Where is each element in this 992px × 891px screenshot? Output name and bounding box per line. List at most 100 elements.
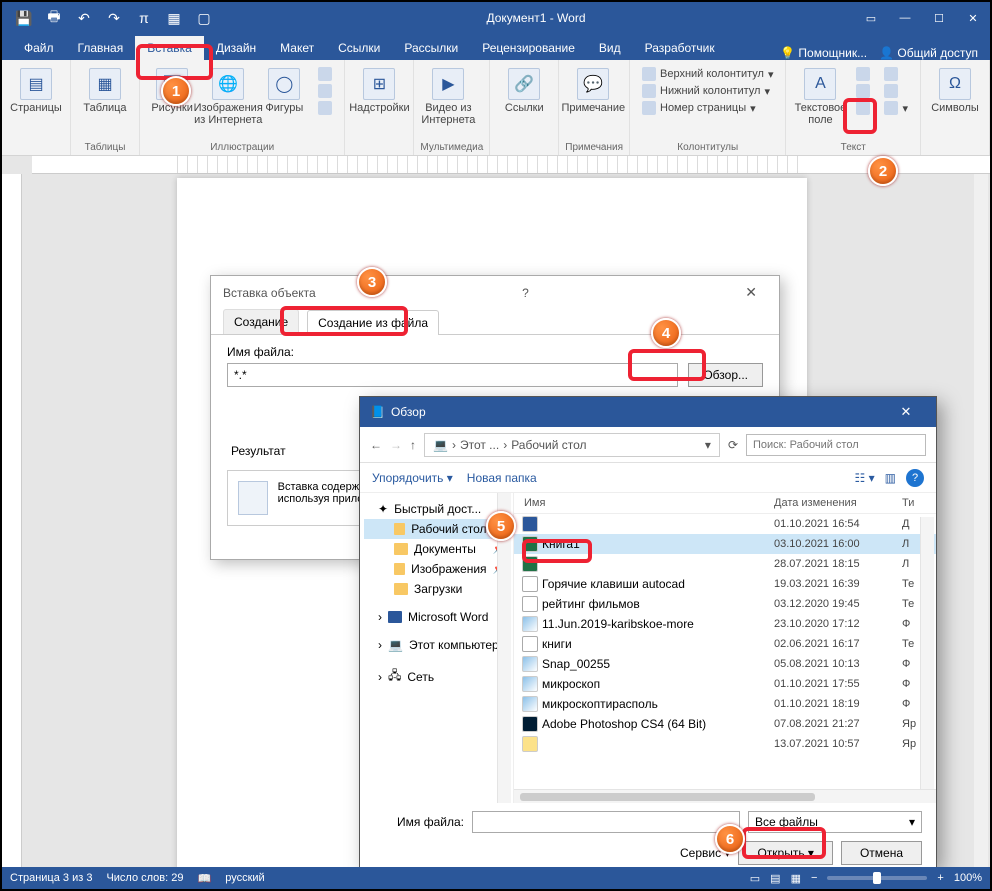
up-icon[interactable]: ↑ — [410, 438, 416, 452]
save-icon[interactable]: 💾 — [10, 4, 38, 32]
file-row[interactable]: Книга103.10.2021 16:00Л — [514, 534, 936, 554]
wordart-button[interactable] — [852, 83, 874, 99]
print-icon[interactable]: 🖶 — [40, 4, 68, 32]
header-button[interactable]: Верхний колонтитул▾ — [638, 66, 777, 82]
tab-file[interactable]: Файл — [12, 36, 66, 60]
screenshot-button[interactable] — [314, 100, 336, 116]
close-icon[interactable]: ✕ — [886, 404, 926, 420]
help-icon[interactable]: ? — [522, 286, 529, 300]
file-row[interactable]: рейтинг фильмов03.12.2020 19:45Те — [514, 594, 936, 614]
organize-button[interactable]: Упорядочить ▾ — [372, 471, 453, 485]
this-pc-item[interactable]: ›💻Этот компьютер — [364, 635, 509, 655]
file-row[interactable]: 13.07.2021 10:57Яр — [514, 734, 936, 754]
file-row[interactable]: 01.10.2021 16:54Д — [514, 514, 936, 534]
pictures-button[interactable]: 🖼Рисунки — [146, 64, 198, 114]
tab-create-new[interactable]: Создание — [223, 309, 299, 334]
forward-icon[interactable]: → — [390, 438, 402, 452]
file-row[interactable]: Snap_0025505.08.2021 10:13Ф — [514, 654, 936, 674]
online-pictures-button[interactable]: 🌐Изображения из Интернета — [200, 64, 256, 126]
cancel-button[interactable]: Отмена — [841, 841, 922, 865]
tab-mailings[interactable]: Рассылки — [392, 36, 470, 60]
read-mode-icon[interactable]: ▭ — [750, 872, 760, 885]
shapes-button[interactable]: ◯Фигуры — [258, 64, 310, 114]
screenshot-icon[interactable]: ▢ — [190, 4, 218, 32]
zoom-in-icon[interactable]: + — [937, 872, 943, 884]
tab-view[interactable]: Вид — [587, 36, 633, 60]
page-number-button[interactable]: Номер страницы▾ — [638, 100, 777, 116]
tab-insert[interactable]: Вставка — [135, 36, 204, 60]
refresh-icon[interactable]: ⟳ — [728, 438, 738, 452]
comment-button[interactable]: 💬Примечание — [565, 64, 621, 114]
msword-item[interactable]: ›Microsoft Word — [364, 607, 509, 627]
print-layout-icon[interactable]: ▤ — [770, 872, 780, 885]
online-video-button[interactable]: ▶Видео из Интернета — [420, 64, 476, 126]
file-scrollbar[interactable] — [920, 517, 934, 789]
ribbon-options-icon[interactable]: ▭ — [854, 2, 888, 34]
language-indicator[interactable]: русский — [225, 872, 264, 884]
tools-button[interactable]: Сервис ▾ — [680, 846, 730, 860]
file-list-header[interactable]: ИмяДата измененияТи — [514, 493, 936, 514]
file-row[interactable]: Горячие клавиши autocad19.03.2021 16:39Т… — [514, 574, 936, 594]
vertical-scrollbar[interactable] — [974, 174, 988, 867]
tree-scrollbar[interactable] — [497, 493, 511, 803]
network-item[interactable]: ›🖧Сеть — [364, 663, 509, 690]
spell-check-icon[interactable]: 📖 — [198, 872, 212, 885]
file-row[interactable]: 11.Jun.2019-karibskoe-more23.10.2020 17:… — [514, 614, 936, 634]
redo-icon[interactable]: ↷ — [100, 4, 128, 32]
filename-input[interactable] — [227, 363, 678, 387]
pictures-item[interactable]: Изображения📌 — [364, 559, 509, 579]
horizontal-ruler[interactable] — [32, 156, 990, 174]
file-hscrollbar[interactable] — [514, 789, 936, 803]
smartart-button[interactable] — [314, 66, 336, 82]
preview-pane-icon[interactable]: ▥ — [885, 471, 896, 485]
browse-button[interactable]: Обзор... — [688, 363, 763, 387]
tab-references[interactable]: Ссылки — [326, 36, 392, 60]
file-type-select[interactable]: Все файлы▾ — [748, 811, 922, 833]
tell-me[interactable]: 💡 Помощник... — [780, 46, 867, 60]
object-button[interactable]: ▾ — [880, 100, 912, 116]
desktop-item[interactable]: Рабочий стол📌 — [364, 519, 509, 539]
table-icon[interactable]: ▦ — [160, 4, 188, 32]
footer-button[interactable]: Нижний колонтитул▾ — [638, 83, 777, 99]
downloads-item[interactable]: Загрузки — [364, 579, 509, 599]
file-row[interactable]: микроскоп01.10.2021 17:55Ф — [514, 674, 936, 694]
minimize-icon[interactable]: — — [888, 2, 922, 34]
signature-button[interactable] — [880, 66, 912, 82]
file-row[interactable]: книги02.06.2021 16:17Те — [514, 634, 936, 654]
new-folder-button[interactable]: Новая папка — [467, 471, 537, 485]
view-options-icon[interactable]: ☷ ▾ — [855, 471, 875, 485]
share-button[interactable]: 👤 Общий доступ — [879, 46, 978, 60]
date-button[interactable] — [880, 83, 912, 99]
web-layout-icon[interactable]: ▦ — [791, 872, 801, 885]
tab-review[interactable]: Рецензирование — [470, 36, 587, 60]
tab-home[interactable]: Главная — [66, 36, 136, 60]
maximize-icon[interactable]: ☐ — [922, 2, 956, 34]
text-box-button[interactable]: AТекстовое поле — [792, 64, 848, 126]
help-icon[interactable]: ? — [906, 469, 924, 487]
tab-create-from-file[interactable]: Создание из файла — [307, 310, 439, 335]
equation-icon[interactable]: π — [130, 4, 158, 32]
chart-button[interactable] — [314, 83, 336, 99]
breadcrumb[interactable]: 💻›Этот ...›Рабочий стол▾ — [424, 433, 720, 457]
quick-access-item[interactable]: ✦Быстрый дост... — [364, 499, 509, 519]
close-icon[interactable]: ✕ — [735, 284, 767, 301]
file-row[interactable]: микроскоптирасполь01.10.2021 18:19Ф — [514, 694, 936, 714]
undo-icon[interactable]: ↶ — [70, 4, 98, 32]
tab-design[interactable]: Дизайн — [204, 36, 268, 60]
documents-item[interactable]: Документы📌 — [364, 539, 509, 559]
table-button[interactable]: ▦Таблица — [77, 64, 133, 114]
open-button[interactable]: Открыть ▾ — [738, 841, 833, 865]
filename-input[interactable] — [472, 811, 740, 833]
close-icon[interactable]: ✕ — [956, 2, 990, 34]
addins-button[interactable]: ⊞Надстройки — [351, 64, 407, 114]
page-indicator[interactable]: Страница 3 из 3 — [10, 872, 92, 884]
tab-layout[interactable]: Макет — [268, 36, 326, 60]
quick-parts-button[interactable] — [852, 66, 874, 82]
file-row[interactable]: Adobe Photoshop CS4 (64 Bit)07.08.2021 2… — [514, 714, 936, 734]
zoom-slider[interactable] — [827, 876, 927, 880]
vertical-ruler[interactable] — [2, 174, 22, 867]
zoom-level[interactable]: 100% — [954, 872, 982, 884]
search-input[interactable] — [746, 434, 926, 456]
pages-button[interactable]: ▤Страницы — [8, 64, 64, 114]
word-count[interactable]: Число слов: 29 — [106, 872, 183, 884]
